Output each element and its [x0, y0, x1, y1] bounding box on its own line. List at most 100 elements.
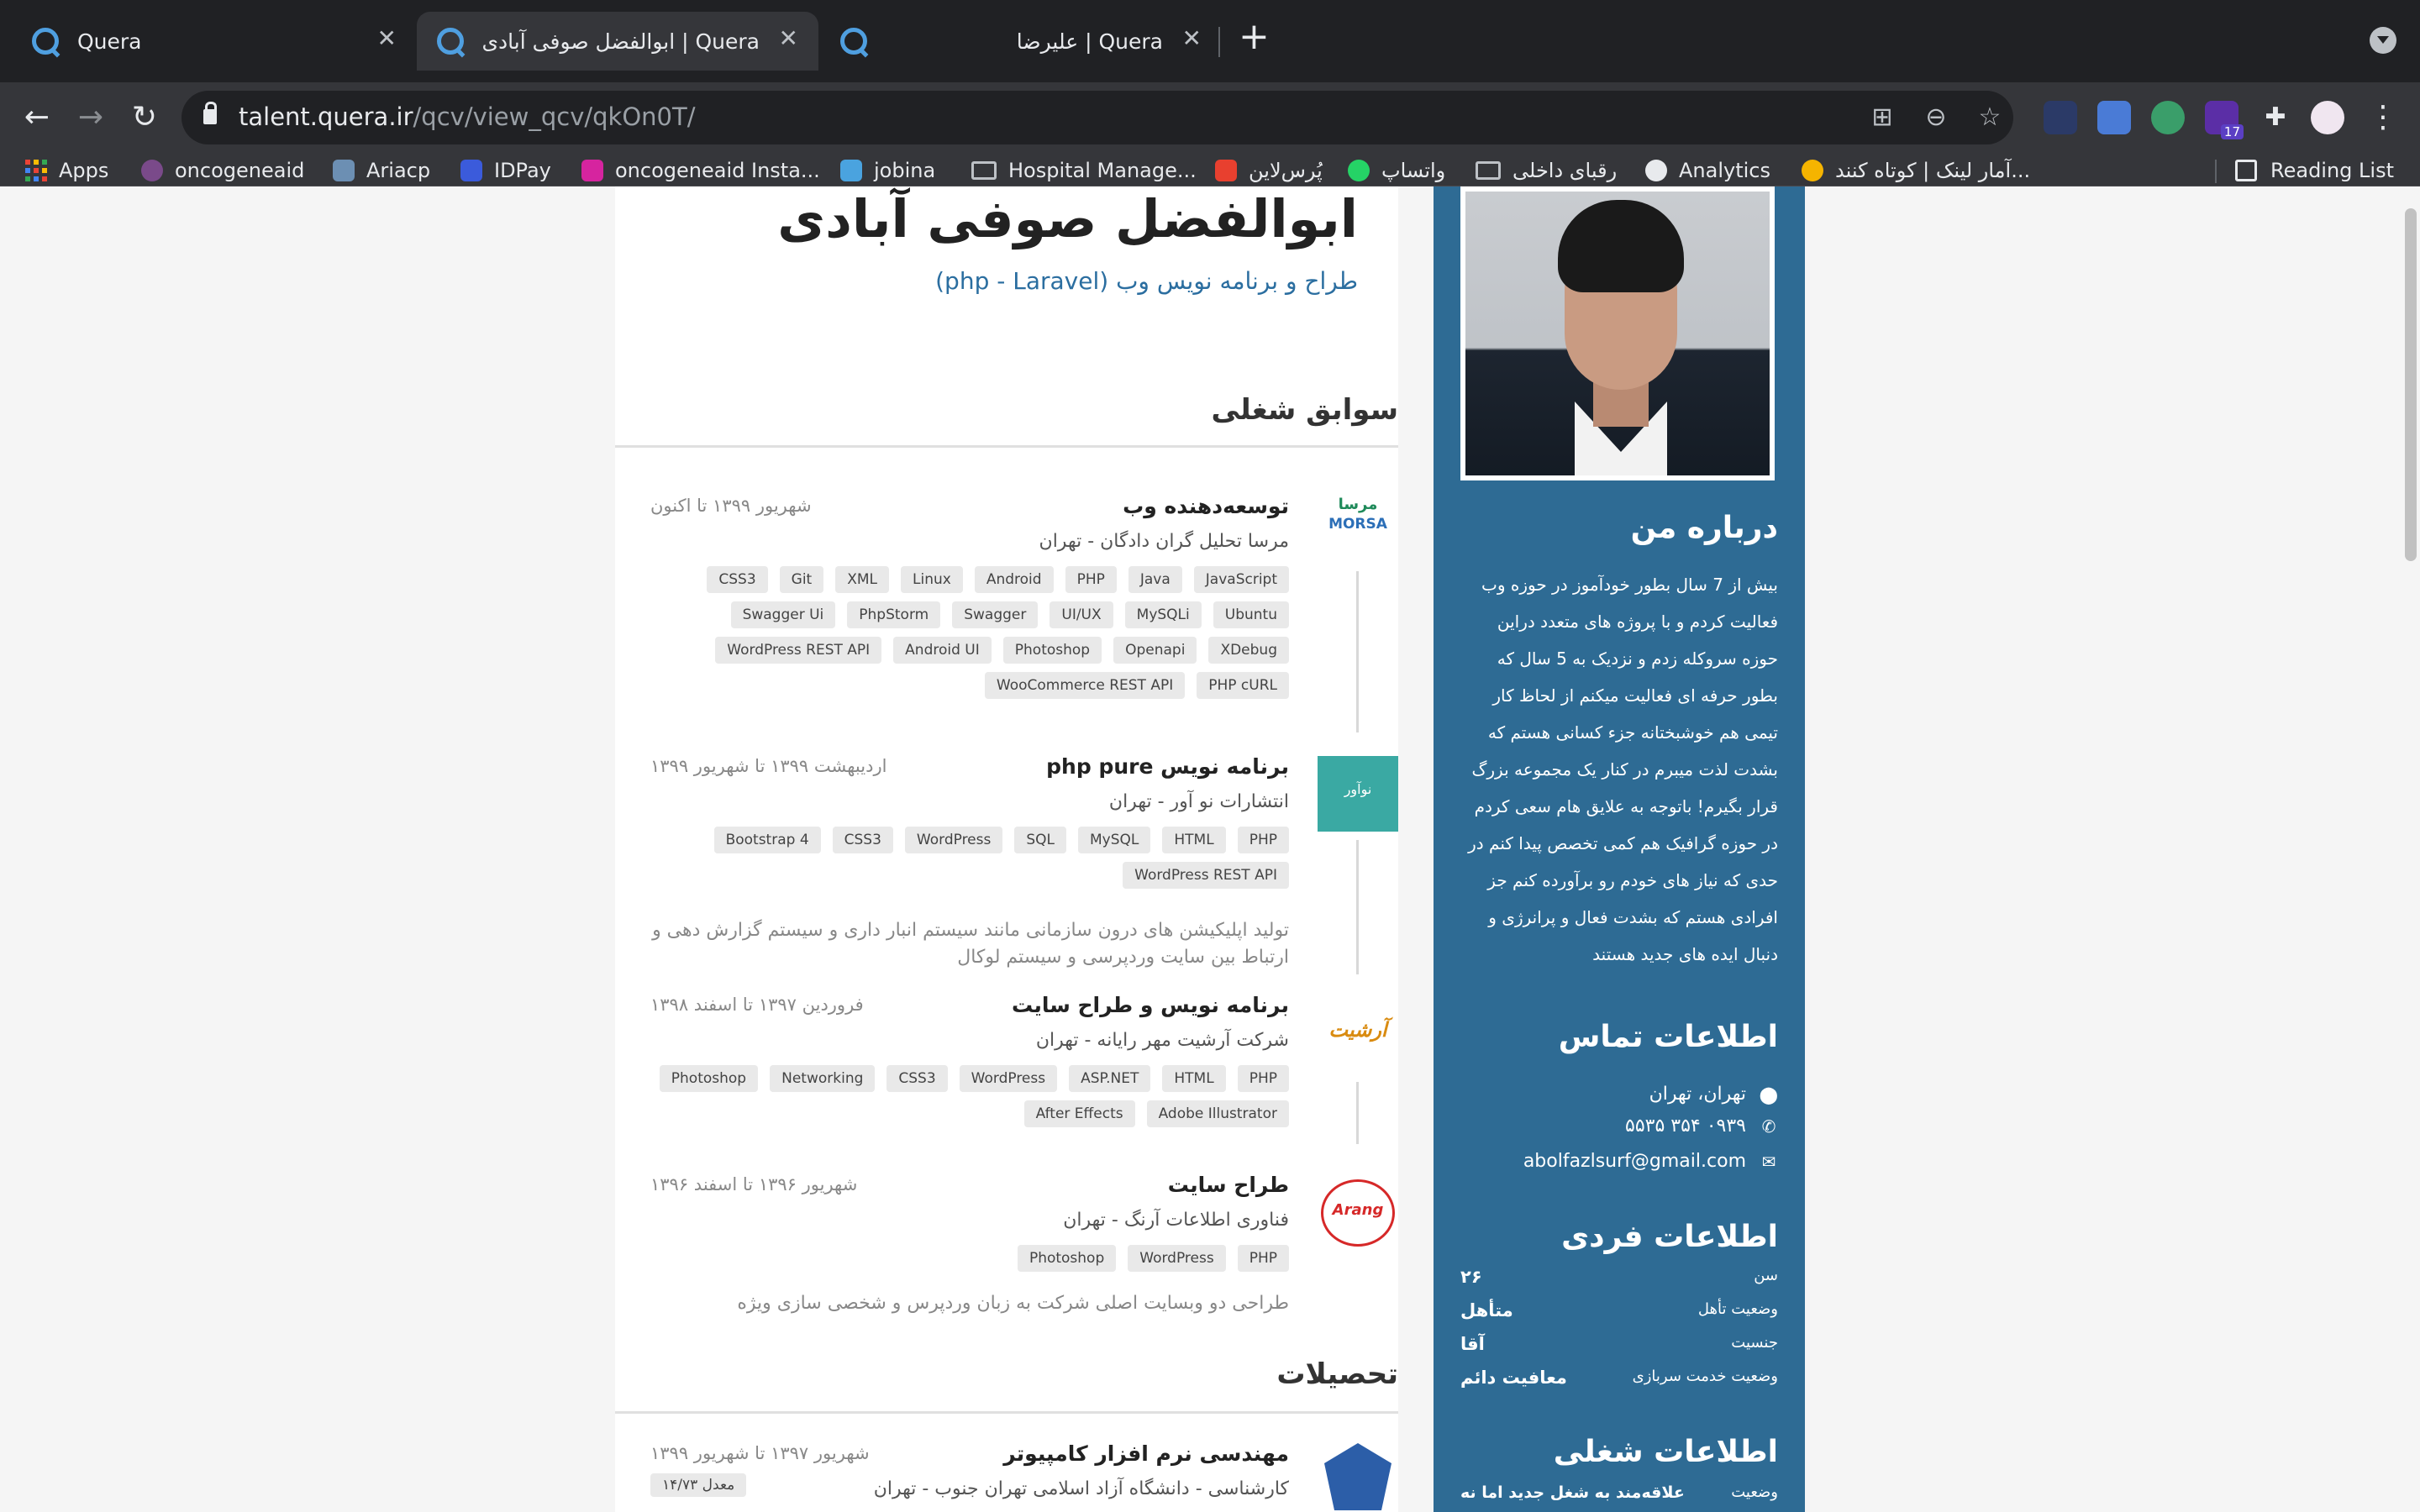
- translate-icon[interactable]: ⊞: [1867, 102, 1897, 133]
- profile-avatar-icon[interactable]: [2311, 101, 2344, 134]
- reload-icon[interactable]: ↻: [124, 97, 165, 138]
- bookmark-hospital-manage[interactable]: Hospital Manage...: [971, 156, 1197, 185]
- personal-info-row: سن ۲۶: [1460, 1267, 1778, 1287]
- info-value: ۲۶: [1460, 1267, 1482, 1287]
- job-description: تولید اپلیکیشن های درون سازمانی مانند سی…: [652, 920, 1289, 968]
- extensions-puzzle-icon[interactable]: ✚: [2255, 97, 2296, 138]
- skill-tag: After Effects: [1023, 1100, 1135, 1127]
- skill-tag: Swagger: [952, 601, 1039, 628]
- tab-alireza[interactable]: علیرضا | Quera ✕: [820, 12, 1222, 71]
- bookmark-whatsapp[interactable]: واتساپ: [1348, 156, 1445, 185]
- personal-info-row: وضعیت خدمت سربازی معافیت دائم: [1460, 1368, 1778, 1388]
- contact-email[interactable]: ✉ abolfazlsurf@gmail.com: [1523, 1151, 1778, 1172]
- skill-tags: PHP WordPress Photoshop: [650, 1245, 1289, 1272]
- resume-sidebar: درباره من بیش از 7 سال بطور خودآموز در ح…: [1434, 186, 1805, 1512]
- extension-green-icon[interactable]: [2151, 101, 2185, 134]
- contact-phone: ✆ ۰۹۳۹ ۳۵۴ ۵۵۳۵: [1625, 1116, 1778, 1137]
- tab-title: Quera: [77, 29, 142, 54]
- address-bar[interactable]: talent.quera.ir/qcv/view_qcv/qkOn0T/ ⊞ ⊖…: [182, 91, 2013, 144]
- menu-kebab-icon[interactable]: ⋮: [2363, 97, 2403, 138]
- institution-name: کارشناسی - دانشگاه آزاد اسلامی تهران جنو…: [873, 1478, 1289, 1499]
- skill-tag: SQL: [1014, 827, 1067, 853]
- tab-quera[interactable]: Quera ✕: [12, 12, 417, 71]
- company-name: شرکت آرشیت مهر رایانه - تهران: [1035, 1030, 1289, 1051]
- back-arrow-icon[interactable]: ←: [17, 97, 57, 138]
- skill-tag: Openapi: [1113, 637, 1197, 664]
- new-tab-button[interactable]: +: [1239, 18, 1270, 55]
- skill-tag: Swagger Ui: [730, 601, 836, 628]
- skill-tag: WooCommerce REST API: [984, 672, 1186, 699]
- skill-tag: Android: [974, 566, 1054, 593]
- contact-location: ⬤ تهران، تهران: [1649, 1084, 1778, 1105]
- porslane-icon: [1215, 160, 1237, 181]
- tab-profile-active[interactable]: ابوالفضل صوفی آبادی | Quera ✕: [417, 12, 818, 71]
- bookmark-ariacp[interactable]: Ariacp: [333, 156, 430, 185]
- job-date: اردیبهشت ۱۳۹۹ تا شهریور ۱۳۹۹: [650, 756, 887, 776]
- bookmark-jobina[interactable]: jobina: [840, 156, 935, 185]
- close-tab-icon[interactable]: ✕: [779, 27, 798, 50]
- about-heading: درباره من: [1630, 511, 1778, 545]
- personal-info-heading: اطلاعات فردی: [1561, 1220, 1778, 1254]
- skill-tag: XDebug: [1208, 637, 1289, 664]
- bookmark-link-stats[interactable]: آمار لینک | کوتاه کنند...: [1802, 156, 2030, 185]
- skill-tag: WordPress: [1128, 1245, 1226, 1272]
- bookmark-star-icon[interactable]: ☆: [1975, 102, 2005, 133]
- skill-tag: PHP: [1065, 566, 1117, 593]
- skill-tag: PhpStorm: [847, 601, 941, 628]
- skill-tag: Git: [779, 566, 824, 593]
- bookmark-oncogeneaid-instagram[interactable]: oncogeneaid Insta...: [581, 156, 820, 185]
- skill-tag: Networking: [770, 1065, 876, 1092]
- bookmark-idpay[interactable]: IDPay: [460, 156, 551, 185]
- google-translate-icon[interactable]: [2097, 101, 2131, 134]
- job-date: فروردین ۱۳۹۷ تا اسفند ۱۳۹۸: [650, 995, 864, 1015]
- extension-icon[interactable]: [2044, 101, 2077, 134]
- bookmark-analytics[interactable]: Analytics: [1645, 156, 1770, 185]
- profile-job-title: طراح و برنامه نویس وب (php - Laravel): [935, 267, 1358, 295]
- quera-favicon-icon: [32, 28, 59, 55]
- timeline-line: [1356, 571, 1359, 732]
- apps-grid-icon: [25, 160, 47, 181]
- info-value: متأهل: [1460, 1300, 1513, 1320]
- close-tab-icon[interactable]: ✕: [377, 27, 397, 50]
- skill-tag: WordPress REST API: [715, 637, 882, 664]
- skill-tag: JavaScript: [1193, 566, 1289, 593]
- job-title: برنامه نویس php pure: [1046, 754, 1289, 779]
- forward-arrow-icon[interactable]: →: [71, 97, 111, 138]
- page-scrollbar[interactable]: [2405, 208, 2417, 561]
- education-heading: تحصیلات: [1276, 1357, 1398, 1391]
- company-name: مرسا تحلیل گران دادگان - تهران: [1039, 531, 1289, 552]
- globe-icon: [1645, 160, 1667, 181]
- skill-tag: WordPress: [904, 827, 1003, 853]
- bookmark-apps[interactable]: Apps: [25, 156, 108, 185]
- skill-tag: PHP cURL: [1197, 672, 1289, 699]
- url-text[interactable]: talent.quera.ir/qcv/view_qcv/qkOn0T/: [239, 102, 696, 131]
- zoom-icon[interactable]: ⊖: [1921, 102, 1951, 133]
- company-name: انتشارات نو آور - تهران: [1108, 791, 1289, 812]
- bookmark-porslane[interactable]: پُرس‌لاین: [1215, 156, 1323, 185]
- info-label: سن: [1754, 1267, 1778, 1284]
- location-pin-icon: ⬤: [1759, 1084, 1778, 1105]
- skill-tag: Photoshop: [1002, 637, 1102, 664]
- resume-main: ابوالفضل صوفی آبادی طراح و برنامه نویس و…: [615, 186, 1398, 1512]
- job-info-heading: اطلاعات شغلی: [1553, 1435, 1778, 1469]
- bookmark-oncogeneaid[interactable]: oncogeneaid: [141, 156, 304, 185]
- browser-toolbar: ← → ↻ talent.quera.ir/qcv/view_qcv/qkOn0…: [0, 82, 2420, 153]
- bookmark-competitors[interactable]: رقبای داخلی: [1476, 156, 1617, 185]
- oncogeneaid-icon: [141, 160, 163, 181]
- tab-search-icon[interactable]: [2370, 27, 2396, 54]
- info-label: وضعیت: [1731, 1483, 1778, 1501]
- skill-tag: MySQL: [1078, 827, 1151, 853]
- lock-icon[interactable]: [203, 102, 217, 124]
- reading-list-button[interactable]: Reading List: [2235, 156, 2394, 185]
- instagram-icon: [581, 160, 603, 181]
- skill-tag: MySQLi: [1124, 601, 1202, 628]
- skill-tag: PHP: [1237, 1065, 1289, 1092]
- section-divider: [615, 445, 1398, 448]
- morsa-logo: مرسا MORSA: [1328, 496, 1387, 533]
- extension-purple-icon[interactable]: 17: [2205, 101, 2244, 139]
- info-value: آقا: [1460, 1334, 1485, 1354]
- skill-tag: PHP: [1237, 827, 1289, 853]
- close-tab-icon[interactable]: ✕: [1182, 27, 1202, 50]
- skill-tags: PHP HTML MySQL SQL WordPress CSS3 Bootst…: [650, 827, 1289, 889]
- education-date: شهریور ۱۳۹۷ تا شهریور ۱۳۹۹: [650, 1443, 870, 1463]
